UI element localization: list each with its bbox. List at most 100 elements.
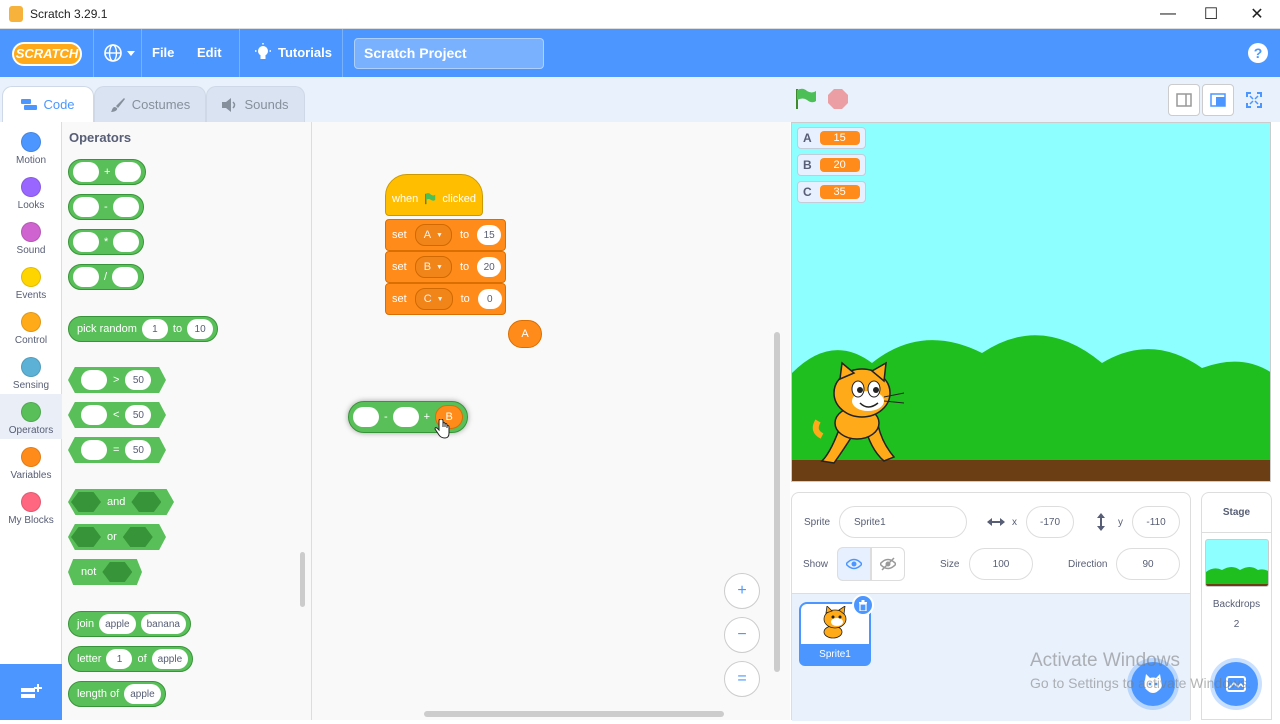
multiply-block[interactable]: *	[68, 229, 144, 255]
pick-random-block[interactable]: pick random 1 to 10	[68, 316, 219, 342]
or-block[interactable]: or	[68, 524, 166, 550]
input-slot[interactable]	[81, 405, 107, 425]
size-input[interactable]: 100	[969, 548, 1033, 580]
input-slot[interactable]: 50	[125, 440, 152, 460]
input-slot[interactable]: apple	[124, 684, 161, 704]
code-workspace[interactable]: when clicked set A ▼ to 15 set B ▼ to 20 s…	[312, 122, 790, 720]
palette-scrollbar[interactable]	[300, 552, 305, 607]
input-slot[interactable]: apple	[151, 649, 189, 669]
length-of-block[interactable]: length of apple	[68, 681, 166, 707]
set-variable-block[interactable]: set C ▼ to 0	[385, 283, 506, 315]
value-input[interactable]: 0	[477, 289, 502, 309]
close-button[interactable]: ✕	[1234, 0, 1280, 28]
stage-canvas[interactable]: A 15 B 20 C 35	[791, 122, 1271, 482]
maximize-button[interactable]: ☐	[1188, 0, 1234, 28]
category-events[interactable]: Events	[0, 262, 62, 307]
add-extension-button[interactable]	[0, 664, 62, 720]
value-input[interactable]: 20	[477, 257, 502, 277]
input-slot[interactable]	[81, 440, 107, 460]
variable-dropdown[interactable]: B ▼	[414, 256, 452, 278]
small-stage-button[interactable]	[1168, 84, 1200, 116]
equals-block[interactable]: = 50	[68, 437, 166, 463]
input-slot[interactable]	[113, 232, 140, 252]
input-slot[interactable]	[73, 197, 99, 217]
category-my-blocks[interactable]: My Blocks	[0, 487, 62, 532]
less-than-block[interactable]: <50	[68, 402, 166, 428]
when-flag-clicked-block[interactable]: when clicked	[385, 174, 483, 216]
y-position-input[interactable]: -110	[1132, 506, 1180, 538]
tab-sounds[interactable]: Sounds	[206, 86, 305, 122]
zoom-reset-button[interactable]: =	[724, 661, 760, 697]
boolean-slot[interactable]	[71, 527, 101, 547]
direction-input[interactable]: 90	[1116, 548, 1180, 580]
zoom-out-button[interactable]: −	[724, 617, 760, 653]
boolean-slot[interactable]	[102, 562, 133, 582]
delete-sprite-button[interactable]	[852, 594, 874, 616]
green-flag-icon[interactable]	[794, 88, 818, 110]
large-stage-button[interactable]	[1202, 84, 1234, 116]
input-slot[interactable]: 1	[141, 319, 168, 339]
variable-dropdown[interactable]: A ▼	[414, 224, 452, 246]
sprite-name-input[interactable]: Sprite1	[839, 506, 967, 538]
category-variables[interactable]: Variables	[0, 442, 62, 487]
join-block[interactable]: join apple banana	[68, 611, 191, 637]
input-slot[interactable]	[73, 232, 99, 252]
sprite-tile[interactable]: Sprite1	[792, 594, 882, 674]
input-slot[interactable]	[81, 370, 107, 390]
input-slot[interactable]	[115, 162, 142, 182]
boolean-slot[interactable]	[131, 492, 162, 512]
subtract-block[interactable]: -	[68, 194, 144, 220]
project-title-input[interactable]: Scratch Project	[354, 38, 544, 69]
minimize-button[interactable]: —	[1145, 0, 1191, 28]
variable-dropdown[interactable]: C ▼	[414, 288, 453, 310]
file-menu[interactable]: File	[152, 45, 174, 60]
language-menu[interactable]	[103, 42, 137, 64]
show-hidden-button[interactable]	[871, 547, 905, 581]
help-icon[interactable]: ?	[1248, 43, 1268, 63]
greater-than-block[interactable]: >50	[68, 367, 166, 393]
stop-sign-icon[interactable]	[828, 89, 848, 109]
workspace-vertical-scrollbar[interactable]	[774, 332, 780, 672]
category-sound[interactable]: Sound	[0, 217, 62, 262]
app-icon	[9, 6, 23, 22]
input-slot[interactable]: 50	[125, 405, 152, 425]
input-slot[interactable]: banana	[140, 614, 186, 634]
set-variable-block[interactable]: set B ▼ to 20	[385, 251, 506, 283]
input-slot[interactable]: 50	[125, 370, 152, 390]
category-looks[interactable]: Looks	[0, 172, 62, 217]
input-slot[interactable]: 1	[106, 649, 133, 669]
variable-a-reporter[interactable]: A	[508, 320, 542, 348]
fullscreen-button[interactable]	[1238, 84, 1270, 116]
zoom-in-button[interactable]: +	[724, 573, 760, 609]
category-control[interactable]: Control	[0, 307, 62, 352]
input-slot[interactable]: apple	[99, 614, 136, 634]
set-variable-block[interactable]: set A ▼ to 15	[385, 219, 506, 251]
tab-costumes[interactable]: Costumes	[94, 86, 206, 122]
tab-code[interactable]: Code	[2, 86, 94, 122]
input-slot[interactable]	[112, 197, 139, 217]
input-slot[interactable]	[392, 407, 419, 427]
divide-block[interactable]: /	[68, 264, 144, 290]
show-visible-button[interactable]	[837, 547, 871, 581]
category-motion[interactable]: Motion	[0, 127, 62, 172]
scratch-logo[interactable]: SCRATCH	[12, 42, 82, 66]
letter-of-block[interactable]: letter 1 of apple	[68, 646, 194, 672]
zoom-in-icon: +	[737, 582, 747, 599]
input-slot[interactable]	[353, 407, 379, 427]
input-slot[interactable]	[73, 267, 99, 287]
input-slot[interactable]	[112, 267, 139, 287]
add-block[interactable]: +	[68, 159, 146, 185]
category-operators[interactable]: Operators	[0, 394, 62, 439]
x-position-input[interactable]: -170	[1026, 506, 1074, 538]
cat-sprite[interactable]	[812, 361, 912, 466]
boolean-slot[interactable]	[122, 527, 153, 547]
category-sensing[interactable]: Sensing	[0, 352, 62, 397]
not-block[interactable]: not	[68, 559, 142, 585]
value-input[interactable]: 15	[477, 225, 502, 245]
input-slot[interactable]: 10	[187, 319, 214, 339]
workspace-horizontal-scrollbar[interactable]	[424, 711, 724, 717]
boolean-slot[interactable]	[71, 492, 101, 512]
and-block[interactable]: and	[68, 489, 174, 515]
edit-menu[interactable]: Edit	[197, 45, 222, 60]
input-slot[interactable]	[73, 162, 99, 182]
